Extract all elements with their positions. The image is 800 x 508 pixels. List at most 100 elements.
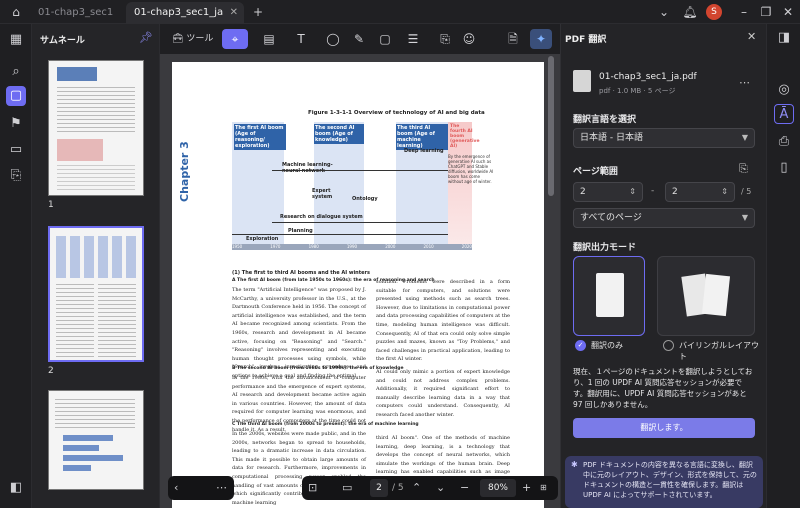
chevron-down-icon[interactable]: ⌄ bbox=[656, 4, 672, 20]
comment-icon[interactable]: ▭ bbox=[6, 140, 26, 160]
zoom-in-icon[interactable]: + bbox=[522, 480, 531, 496]
more-options-icon[interactable]: ⋯ bbox=[739, 76, 750, 89]
zoom-out-icon[interactable]: − bbox=[460, 480, 469, 496]
thumb-image bbox=[57, 139, 103, 161]
diagram-label: Exploration bbox=[246, 236, 279, 242]
collapse-left-icon[interactable]: ‹ bbox=[174, 480, 178, 496]
boom-label: The second AI boom (Age of knowledge) bbox=[314, 124, 364, 144]
thumbnails-icon[interactable]: ▢ bbox=[6, 86, 26, 106]
thumbnail-panel: サムネール 📌︎ 1 2 bbox=[32, 24, 160, 508]
vertical-scrollbar[interactable] bbox=[548, 56, 554, 196]
save-button[interactable]: 🗎︎ bbox=[500, 29, 526, 49]
boom-label: The fourth AI boom (generative AI) bbox=[450, 124, 480, 149]
chevron-up-icon[interactable]: ⌃ bbox=[412, 480, 421, 496]
tab-active[interactable]: 01-chap3_sec1_ja ✕ bbox=[126, 2, 244, 24]
bell-icon[interactable]: 🔔︎ bbox=[682, 4, 698, 20]
tools-button[interactable]: 🧰︎ ツール bbox=[168, 29, 220, 49]
ai-button[interactable]: ✦ bbox=[530, 29, 552, 49]
tab-inactive[interactable]: 01-chap3_sec1 bbox=[30, 2, 122, 24]
comment-tool[interactable]: ◯ bbox=[322, 29, 344, 49]
maximize-icon[interactable]: ❐ bbox=[758, 4, 774, 20]
range-to-input[interactable]: 2 ⇕ bbox=[665, 182, 735, 202]
zoom-level[interactable]: 80% bbox=[480, 479, 516, 497]
translate-button[interactable]: 翻訳します。 bbox=[573, 418, 755, 438]
file-meta: pdf · 1.0 MB · 5 ページ bbox=[599, 87, 676, 95]
thumb-bar bbox=[63, 455, 123, 461]
highlight-tool[interactable]: ✎ bbox=[348, 29, 370, 49]
tab-label: 01-chap3_sec1 bbox=[38, 7, 114, 18]
translate-icon[interactable]: Ā bbox=[774, 104, 794, 124]
page-tool[interactable]: ☰ bbox=[402, 29, 424, 49]
translate-panel: PDF 翻訳 ✕ 01-chap3_sec1_ja.pdf pdf · 1.0 … bbox=[560, 24, 766, 508]
diagram-label: Expert system bbox=[312, 188, 333, 200]
thumb-text bbox=[55, 399, 135, 429]
chevron-down-icon[interactable]: ⌄ bbox=[436, 480, 445, 496]
section-title: (1) The first to third AI booms and the … bbox=[232, 270, 370, 276]
stepper-icon[interactable]: ⇕ bbox=[629, 183, 636, 201]
mode-label: 翻訳出力モード bbox=[573, 243, 637, 253]
close-icon[interactable]: ✕ bbox=[747, 30, 756, 43]
book-icon[interactable]: ▯ bbox=[774, 158, 794, 178]
shape-tool[interactable]: ▢ bbox=[374, 29, 396, 49]
range-label: ページ範囲 bbox=[573, 167, 618, 177]
attachment-icon[interactable]: ⎘ bbox=[6, 166, 26, 186]
timeline-arrow bbox=[272, 222, 448, 223]
radio-translation-only[interactable]: ✓ bbox=[575, 340, 586, 351]
thumbnail-page-2[interactable] bbox=[48, 226, 144, 362]
year: 2000 bbox=[385, 244, 396, 249]
paragraph: AI could only mimic a portion of expert … bbox=[376, 369, 510, 418]
subsection-title: C The third AI boom (from 2000s to prese… bbox=[232, 422, 419, 427]
stepper-icon[interactable]: ⇕ bbox=[721, 183, 728, 201]
ocr-icon[interactable]: ◎ bbox=[774, 80, 794, 100]
bookmark-icon[interactable]: ⚑ bbox=[6, 114, 26, 134]
home-icon[interactable]: ⌂ bbox=[8, 4, 24, 20]
range-dash: - bbox=[651, 186, 655, 196]
right-icon-bar: ◨ ◎ Ā ⎙ ▯ bbox=[766, 24, 800, 508]
panel-toggle-icon[interactable]: ◨ bbox=[774, 28, 794, 48]
layers-icon[interactable]: ◧ bbox=[6, 478, 26, 498]
year: 1950 bbox=[232, 244, 243, 249]
edit-text-tool[interactable]: ▤ bbox=[258, 29, 280, 49]
thumb-bar bbox=[63, 445, 99, 451]
thumb-text bbox=[57, 87, 135, 133]
expand-icon[interactable]: ⊡ bbox=[308, 480, 317, 496]
thumbnail-page-1[interactable] bbox=[48, 60, 144, 196]
range-to-value: 2 bbox=[672, 187, 678, 197]
convert-icon[interactable]: ⎙ bbox=[774, 132, 794, 152]
thumbnail-page-3[interactable] bbox=[48, 390, 144, 490]
language-label: 翻訳言語を選択 bbox=[573, 115, 637, 125]
text-tool[interactable]: T bbox=[290, 29, 312, 49]
radio-bilingual[interactable] bbox=[663, 340, 674, 351]
search-icon[interactable]: ⌕ bbox=[6, 62, 26, 82]
page-number-input[interactable]: 2 bbox=[370, 479, 388, 497]
title-bar: ⌂ 01-chap3_sec1 01-chap3_sec1_ja ✕ + ⌄ 🔔… bbox=[0, 0, 800, 24]
page-total-value: 5 bbox=[397, 483, 404, 493]
close-window-icon[interactable]: ✕ bbox=[780, 4, 796, 20]
pdf-page: Chapter 3 Figure 1-3-1-1 Overview of tec… bbox=[172, 62, 544, 508]
avatar[interactable]: S bbox=[706, 4, 722, 20]
diagram-label: Machine learning- neural network bbox=[282, 162, 333, 174]
select-tool-button[interactable]: ⌖ bbox=[222, 29, 248, 49]
toolbar: 🧰︎ ツール ⌖ ▤ T ◯ ✎ ▢ ☰ ⎘ ☺ 🗎︎ ✦ bbox=[160, 24, 560, 54]
mode-card-bilingual[interactable] bbox=[657, 256, 755, 336]
mode-card-translation-only[interactable] bbox=[573, 256, 645, 336]
minimize-icon[interactable]: – bbox=[736, 4, 752, 20]
thumb-bar bbox=[63, 465, 91, 471]
range-from-input[interactable]: 2 ⇕ bbox=[573, 182, 643, 202]
fit-icon[interactable]: ⊞ bbox=[540, 480, 547, 496]
grid-icon[interactable]: ▦ bbox=[6, 30, 26, 50]
page-range-icon[interactable]: ⎘ bbox=[739, 162, 748, 176]
language-select[interactable]: 日本語 - 日本語 ▼ bbox=[573, 128, 755, 148]
chapter-label: Chapter 3 bbox=[178, 141, 191, 202]
more-icon[interactable]: ⋯ bbox=[216, 480, 227, 496]
attach-tool[interactable]: ⎘ bbox=[434, 29, 456, 49]
presentation-icon[interactable]: ▭ bbox=[342, 480, 352, 496]
close-tab-icon[interactable]: ✕ bbox=[230, 2, 238, 24]
sticker-tool[interactable]: ☺ bbox=[458, 29, 480, 49]
ai-history-diagram: The first AI boom (Age of reasoning/ exp… bbox=[232, 122, 493, 252]
range-from-value: 2 bbox=[580, 187, 586, 197]
document-preview-icon bbox=[596, 273, 624, 317]
pages-select[interactable]: すべてのページ ▼ bbox=[573, 208, 755, 228]
add-tab-button[interactable]: + bbox=[250, 4, 266, 20]
pin-icon[interactable]: 📌︎ bbox=[139, 31, 153, 44]
